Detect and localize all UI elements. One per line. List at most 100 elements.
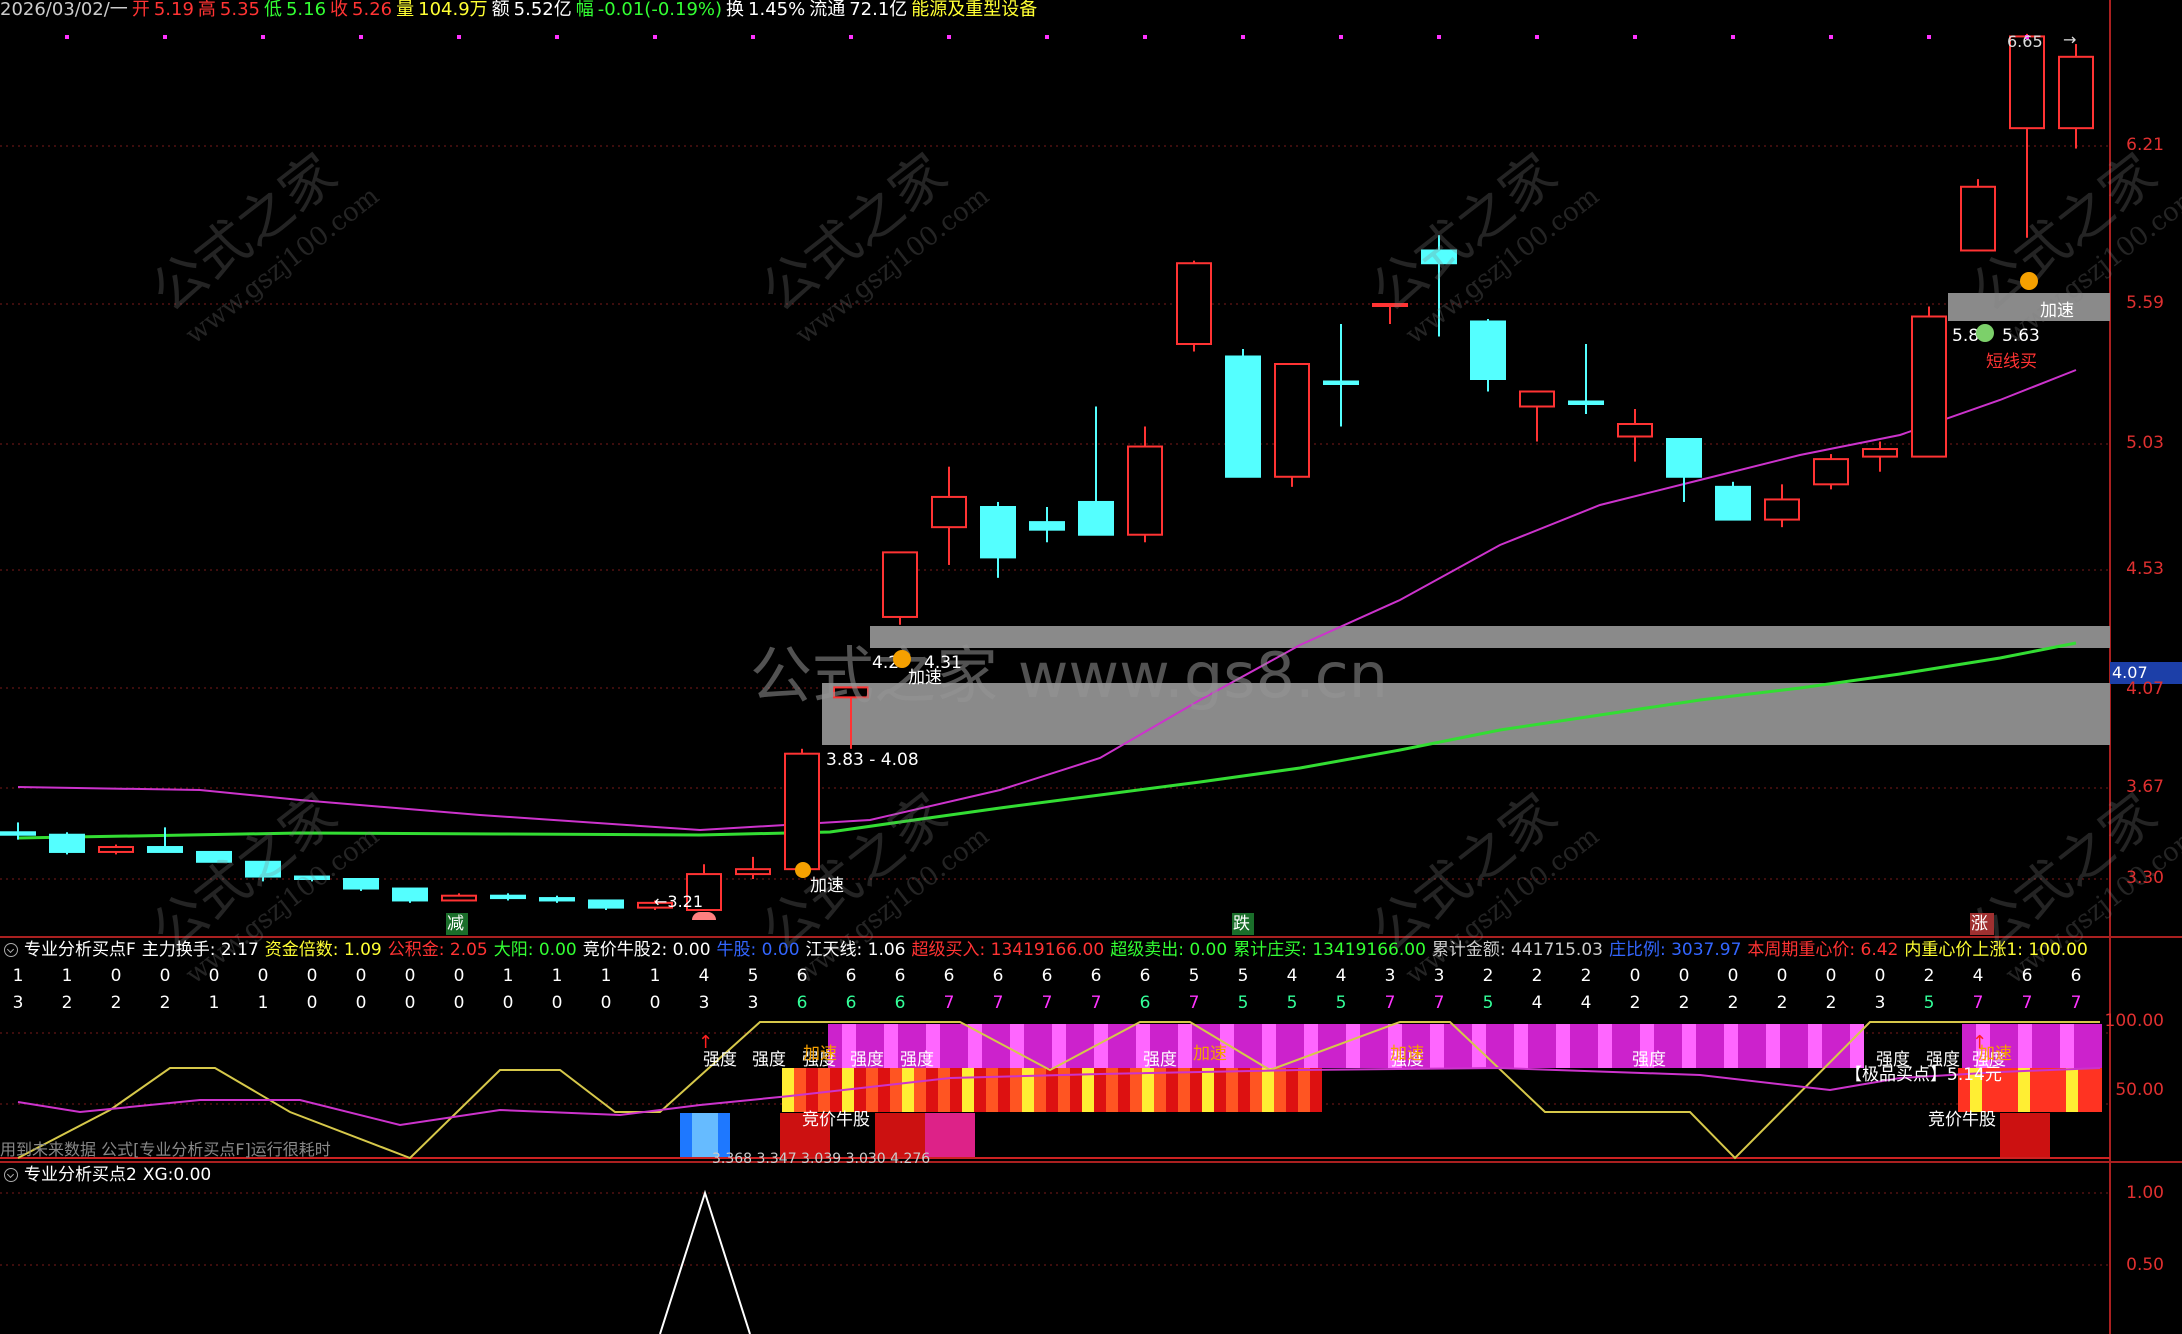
red-bar (986, 1068, 998, 1112)
price-axis-2: 5.59 (2126, 293, 2164, 313)
row1-cell-19: 6 (943, 966, 955, 986)
red-bar (1154, 1068, 1166, 1112)
red-bar (974, 1068, 986, 1112)
candle-body-22 (1078, 500, 1114, 536)
row1-cell-23: 6 (1139, 966, 1151, 986)
red-bar (1130, 1068, 1142, 1112)
red-bar (806, 1068, 818, 1112)
pane1-field-13: 内重心价上涨1: 100.00 (1904, 940, 2088, 960)
row2-cell-2: 2 (110, 993, 122, 1013)
row2-cell-20: 7 (992, 993, 1004, 1013)
magenta-bar (1738, 1024, 1752, 1068)
jingjia-label-1: 竞价牛股 (802, 1110, 870, 1130)
xg-label: XG (142, 1165, 168, 1185)
row2-cell-30: 5 (1482, 993, 1494, 1013)
magenta-bar (2032, 1024, 2046, 1068)
pane2-title[interactable]: 专业分析买点2 (24, 1165, 137, 1185)
candle-body-29 (1421, 249, 1457, 265)
red-bar (782, 1068, 794, 1112)
row1-cell-28: 3 (1384, 966, 1396, 986)
accel-icon-3 (2020, 272, 2038, 290)
die-signal-label: 跌 (1233, 914, 1250, 934)
moving-averages (17, 369, 2077, 840)
candle-body-33 (1617, 423, 1653, 438)
xg-value: 0.00 (173, 1165, 212, 1185)
signal-dot-25 (1241, 35, 1245, 39)
magenta-bar (1780, 1024, 1794, 1068)
magenta-bar (1584, 1024, 1598, 1068)
row2-cell-6: 0 (306, 993, 318, 1013)
row1-cell-32: 2 (1580, 966, 1592, 986)
row2-cell-17: 6 (845, 993, 857, 1013)
row1-cell-42: 6 (2070, 966, 2082, 986)
row1-cell-30: 2 (1482, 966, 1494, 986)
pane1-field-8: 超级卖出: 0.00 (1110, 940, 1228, 960)
magenta-bar (1794, 1024, 1808, 1068)
candle-body-30 (1470, 320, 1506, 380)
resistance-zone-2 (1948, 293, 2110, 321)
row1-cell-4: 0 (208, 966, 220, 986)
candle-12 (588, 899, 624, 910)
row2-cell-37: 2 (1825, 993, 1837, 1013)
row1-cell-9: 0 (453, 966, 465, 986)
row1-cell-21: 6 (1041, 966, 1053, 986)
magenta-bar (1542, 1024, 1556, 1068)
pane1-bottom-values: 3.368 3.347 3.039 3.030 4.276 (712, 1151, 931, 1167)
magenta-bar (1556, 1024, 1570, 1068)
candle-body-6 (294, 875, 330, 880)
magenta-bar (2018, 1024, 2032, 1068)
magenta-bar (884, 1024, 898, 1068)
pane1-number-row-2: 3 2 2 2 1 1 0 0 0 0 0 0 0 0 3 3 6 6 6 7 7 7 7 6 7 5 5 5 7 7 5 4 4 2 2 2 2 2 3 5… (0, 993, 2110, 1015)
candle-36 (1764, 484, 1800, 528)
red-bar (866, 1068, 878, 1112)
candle-30 (1470, 319, 1506, 392)
short-buy-label: 短线买 (1986, 352, 2037, 372)
magenta-bar (1304, 1024, 1318, 1068)
qiangdu-label-5: 强度 (900, 1050, 934, 1070)
signal-dot-3 (163, 35, 167, 39)
row2-cell-16: 6 (796, 993, 808, 1013)
candle-16 (784, 748, 820, 872)
row1-cell-18: 6 (894, 966, 906, 986)
qiangdu-label-4: 强度 (850, 1050, 884, 1070)
candle-35 (1715, 481, 1751, 521)
row2-cell-41: 7 (2021, 993, 2033, 1013)
candle-body-10 (490, 894, 526, 900)
pane2-collapse-icon[interactable] (4, 1168, 18, 1182)
pane1-bottom-note: 用到未来数据 公式[专业分析买点F]运行很耗时 (0, 1140, 331, 1159)
pane1-collapse-icon[interactable] (4, 943, 18, 957)
candle-24 (1176, 260, 1212, 352)
magenta-bar (1178, 1024, 1192, 1068)
magenta-bar (2046, 1024, 2060, 1068)
red-bar (818, 1068, 830, 1112)
candle-41 (2009, 33, 2045, 238)
accel-label-2: 加速 (810, 876, 844, 896)
candle-body-32 (1568, 400, 1604, 405)
pane1-axis-100: 100.00 (2104, 1011, 2164, 1031)
candle-body-40 (1960, 185, 1996, 252)
row1-cell-33: 0 (1629, 966, 1641, 986)
candle-31 (1519, 390, 1555, 442)
row2-cell-10: 0 (502, 993, 514, 1013)
magenta-bar (1612, 1024, 1626, 1068)
candle-29 (1421, 235, 1457, 337)
signal-dot-5 (261, 35, 265, 39)
candle-8 (392, 887, 428, 903)
red-small-bar-4 (2000, 1113, 2050, 1157)
zone3-low-label: 5.8 (1952, 326, 1980, 346)
signal-dot-31 (1535, 35, 1539, 39)
candle-40 (1960, 179, 1996, 252)
jiasu-label-3: 加速 (1390, 1044, 1424, 1064)
row2-cell-27: 5 (1335, 993, 1347, 1013)
red-bar-right (2006, 1068, 2018, 1112)
red-bar (1262, 1068, 1274, 1112)
candle-body-18 (882, 551, 918, 618)
candle-body-36 (1764, 498, 1800, 521)
red-bar (1178, 1068, 1190, 1112)
signal-dot-13 (653, 35, 657, 39)
pane1-field-1: 资金倍数: 1.09 (264, 940, 382, 960)
candle-body-16 (784, 752, 820, 871)
magenta-bar (1010, 1024, 1024, 1068)
candlesticks (0, 33, 2094, 911)
pane1-title[interactable]: 专业分析买点F (24, 940, 136, 960)
